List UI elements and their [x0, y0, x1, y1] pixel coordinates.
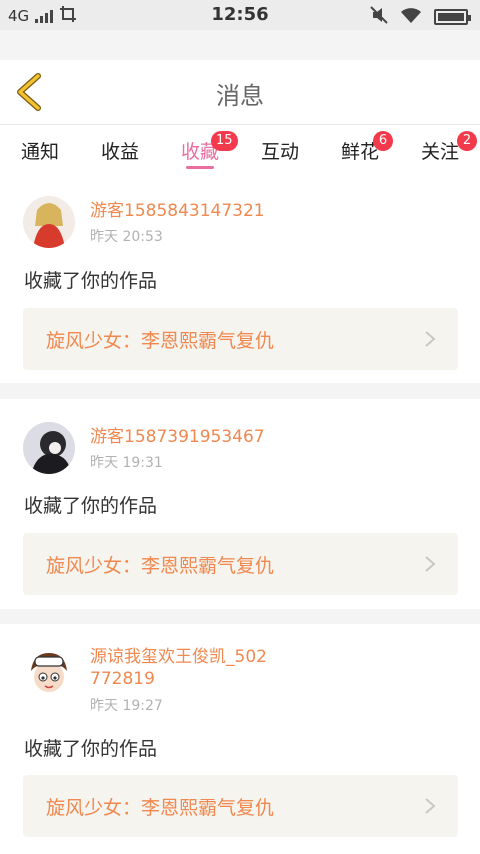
- page-title: 消息: [216, 82, 264, 110]
- avatar[interactable]: [23, 422, 75, 474]
- tab-flowers[interactable]: 鲜花 6: [320, 125, 400, 181]
- tab-label: 收益: [100, 141, 139, 163]
- tab-badge: 6: [372, 131, 393, 151]
- status-bar: 4G 12:56: [0, 0, 480, 30]
- work-title: 旋风少女：李恩熙霸气复仇: [46, 555, 275, 577]
- avatar[interactable]: [23, 647, 75, 699]
- tab-label: 通知: [20, 141, 59, 163]
- user-name[interactable]: 游客1587391953467: [90, 426, 270, 448]
- header: 消息: [0, 60, 480, 125]
- avatar[interactable]: [23, 196, 75, 248]
- status-right: [370, 6, 471, 28]
- top-spacer: [0, 30, 480, 60]
- tab-bar: 通知 收益 收藏 15 互动 鲜花 6 关注 2: [0, 125, 480, 181]
- timestamp: 昨天 19:27: [90, 698, 163, 714]
- user-name[interactable]: 游客1585843147321: [90, 200, 270, 222]
- tab-badge: 15: [210, 131, 238, 151]
- timestamp: 昨天 20:53: [90, 229, 163, 245]
- work-link[interactable]: 旋风少女：李恩熙霸气复仇: [23, 775, 458, 837]
- list-item: 源谅我玺欢王俊凯_502772819 昨天 19:27 收藏了你的作品 旋风少女…: [0, 624, 480, 854]
- timestamp: 昨天 19:31: [90, 455, 163, 471]
- work-link[interactable]: 旋风少女：李恩熙霸气复仇: [23, 308, 458, 370]
- action-text: 收藏了你的作品: [24, 495, 158, 517]
- chevron-right-icon: [425, 798, 436, 814]
- work-title: 旋风少女：李恩熙霸气复仇: [46, 330, 275, 352]
- tab-label: 互动: [260, 141, 299, 163]
- tab-follows[interactable]: 关注 2: [400, 125, 480, 181]
- tab-interactions[interactable]: 互动: [240, 125, 320, 181]
- tab-earnings[interactable]: 收益: [80, 125, 160, 181]
- wifi-icon: [400, 6, 422, 28]
- work-title: 旋风少女：李恩熙霸气复仇: [46, 797, 275, 819]
- chevron-right-icon: [425, 331, 436, 347]
- action-text: 收藏了你的作品: [24, 270, 158, 292]
- list-item: 游客1585843147321 昨天 20:53 收藏了你的作品 旋风少女：李恩…: [0, 181, 480, 383]
- battery-icon: [434, 9, 471, 25]
- action-text: 收藏了你的作品: [24, 738, 158, 760]
- tab-label: 关注: [420, 141, 459, 163]
- user-name[interactable]: 源谅我玺欢王俊凯_502772819: [90, 646, 270, 690]
- active-tab-indicator: [186, 166, 214, 169]
- tab-notifications[interactable]: 通知: [0, 125, 80, 181]
- tab-badge: 2: [456, 131, 477, 151]
- work-link[interactable]: 旋风少女：李恩熙霸气复仇: [23, 533, 458, 595]
- chevron-right-icon: [425, 556, 436, 572]
- list-item: 游客1587391953467 昨天 19:31 收藏了你的作品 旋风少女：李恩…: [0, 399, 480, 609]
- mute-icon: [370, 6, 388, 28]
- tab-favorites[interactable]: 收藏 15: [160, 125, 240, 181]
